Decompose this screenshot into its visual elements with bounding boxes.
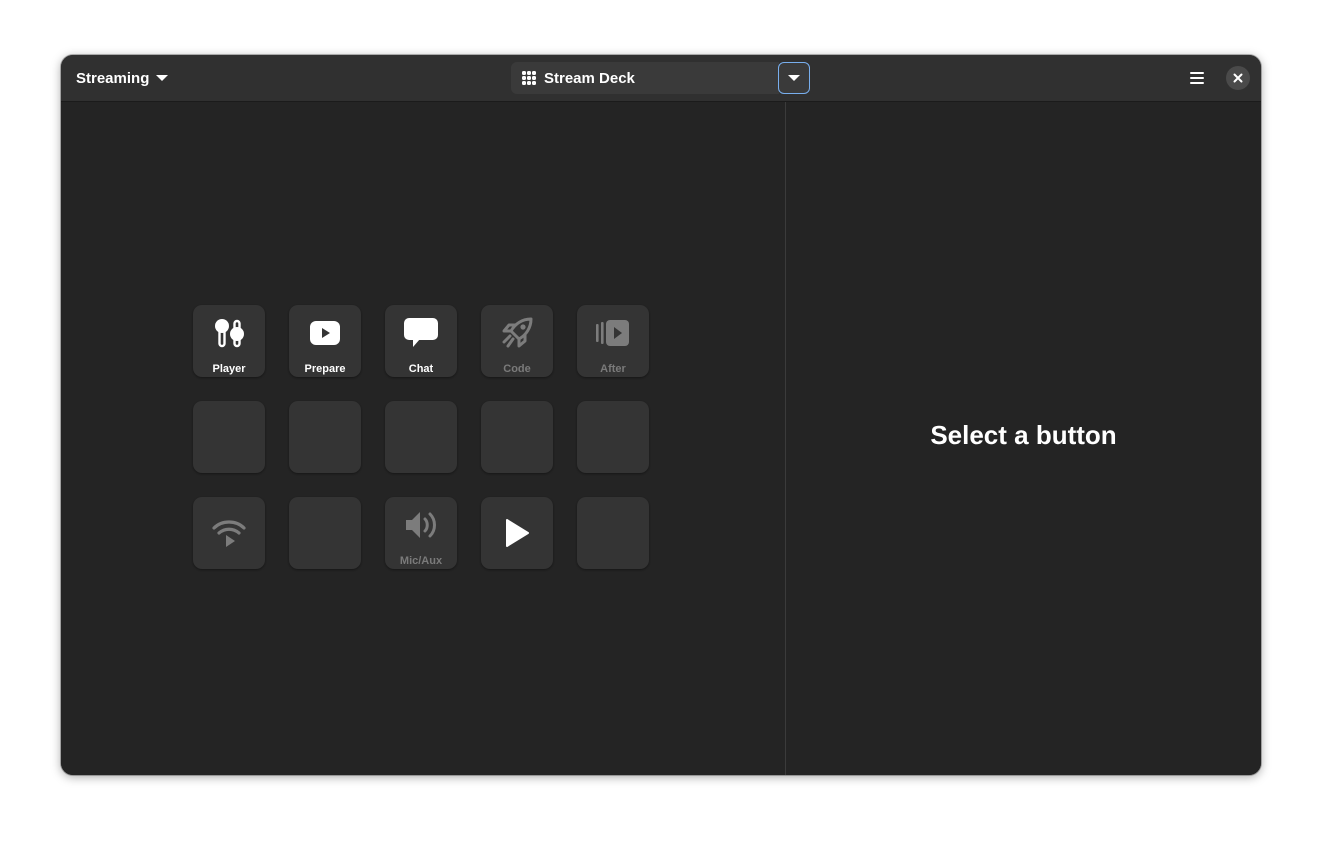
key-chat[interactable]: Chat [385,305,457,377]
chevron-down-icon [156,75,169,81]
key-label: After [600,363,626,375]
profile-menu-label: Streaming [76,69,150,87]
app-grid-icon [522,71,536,85]
key-empty[interactable] [577,497,649,569]
key-label: Mic/Aux [399,555,443,567]
key-label: Player [212,363,246,375]
key-player[interactable]: Player [193,305,265,377]
key-empty[interactable] [385,401,457,473]
play-icon [481,497,553,569]
earbuds-icon [193,305,265,361]
key-empty[interactable] [289,497,361,569]
key-empty[interactable] [577,401,649,473]
app-window: Streaming Stream Deck Player Prepare Cha… [61,55,1261,775]
key-mic-aux[interactable]: Mic/Aux [385,497,457,569]
key-grid: Player Prepare Chat Code After Mic/Aux [193,305,649,569]
main-menu-button[interactable] [1182,63,1212,93]
key-empty[interactable] [289,401,361,473]
speaker-icon [385,497,457,553]
key-after[interactable]: After [577,305,649,377]
key-label: Prepare [304,363,346,375]
key-empty[interactable] [481,401,553,473]
close-button[interactable] [1226,66,1250,90]
key-prepare[interactable]: Prepare [289,305,361,377]
rocket-icon [481,305,553,361]
empty-state-title: Select a button [930,420,1117,450]
deck-selector-label: Stream Deck [544,69,635,87]
key-empty[interactable] [193,401,265,473]
close-icon [1233,73,1243,83]
chat-bubble-icon [385,305,457,361]
key-label: Chat [408,363,434,375]
deck-dropdown-button[interactable] [778,62,810,94]
profile-menu-button[interactable]: Streaming [69,63,175,93]
details-panel: Select a button [786,102,1261,775]
header-bar: Streaming Stream Deck [61,55,1261,102]
video-playlist-icon [577,305,649,361]
key-label: Code [503,363,531,375]
key-code[interactable]: Code [481,305,553,377]
chevron-down-icon [788,75,800,81]
key-network[interactable] [193,497,265,569]
youtube-icon [289,305,361,361]
deck-panel: Player Prepare Chat Code After Mic/Aux [61,102,785,775]
deck-selector[interactable]: Stream Deck [511,62,779,94]
key-play[interactable] [481,497,553,569]
wifi-play-icon [193,497,265,569]
hamburger-icon [1190,72,1204,74]
